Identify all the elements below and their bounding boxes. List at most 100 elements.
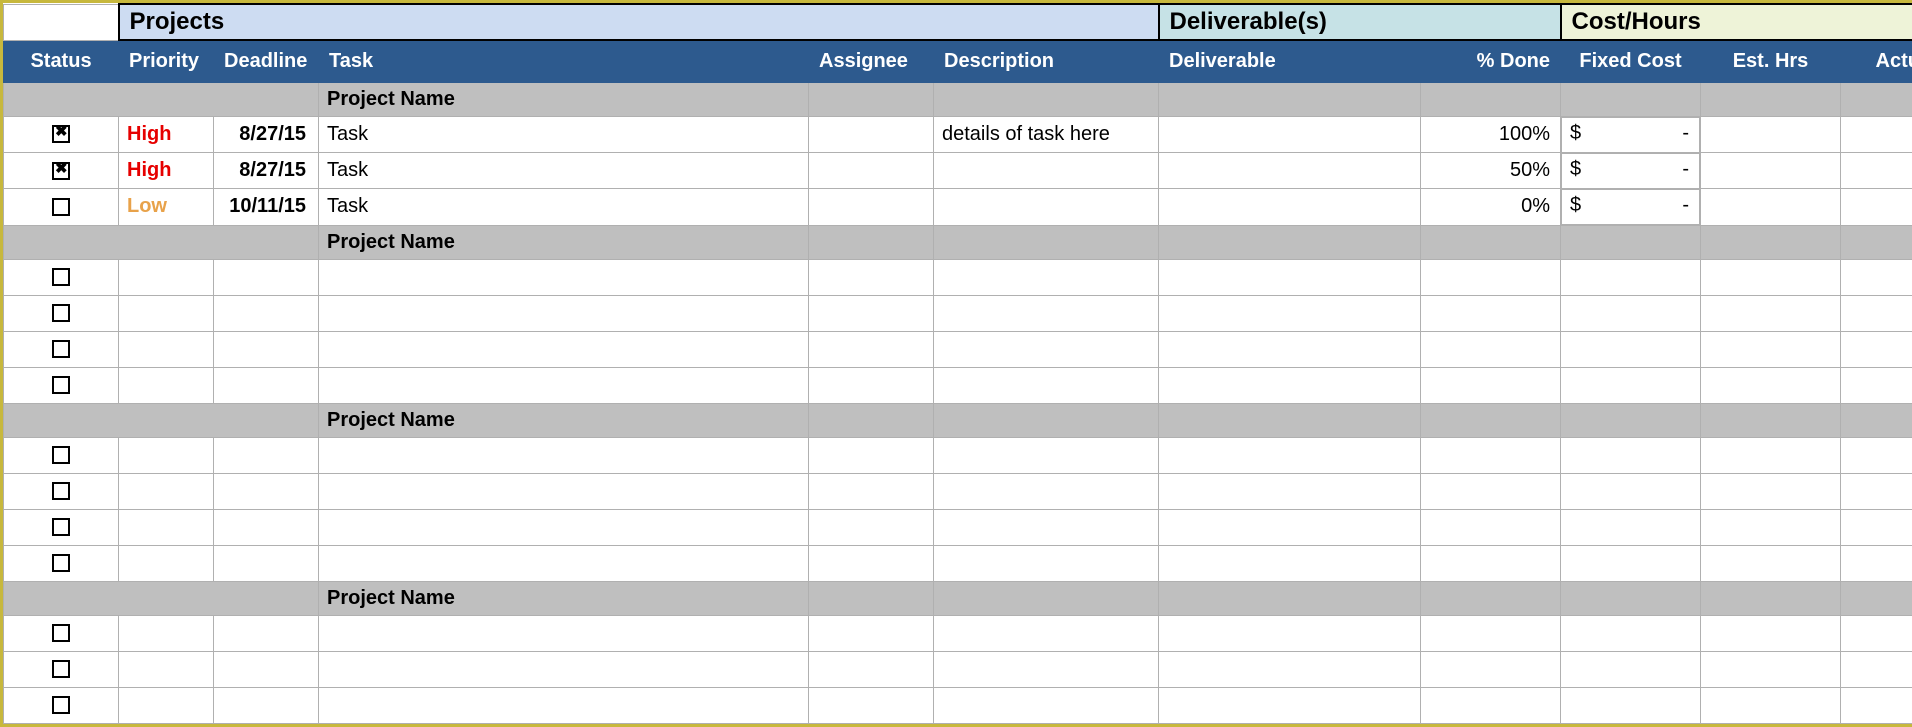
- pct-done-cell[interactable]: 50%: [1421, 153, 1561, 189]
- project-name-cell[interactable]: Project Name: [319, 225, 809, 259]
- actual-hrs-cell[interactable]: [1841, 189, 1912, 226]
- fixed-cost-cell[interactable]: [1561, 687, 1701, 723]
- task-cell[interactable]: Task: [319, 189, 809, 226]
- fixed-cost-cell[interactable]: [1561, 509, 1701, 545]
- task-cell[interactable]: [319, 651, 809, 687]
- assignee-cell[interactable]: [809, 259, 934, 295]
- fixed-cost-cell[interactable]: [1561, 295, 1701, 331]
- status-checkbox[interactable]: [52, 518, 70, 536]
- deliverable-cell[interactable]: [1159, 437, 1421, 473]
- est-hrs-cell[interactable]: [1701, 687, 1841, 723]
- status-checkbox[interactable]: [52, 268, 70, 286]
- priority-cell[interactable]: [119, 259, 214, 295]
- actual-hrs-cell[interactable]: [1841, 509, 1912, 545]
- fixed-cost-cell[interactable]: $-: [1561, 189, 1700, 225]
- actual-hrs-cell[interactable]: [1841, 437, 1912, 473]
- deliverable-cell[interactable]: [1159, 473, 1421, 509]
- deadline-cell[interactable]: [214, 509, 319, 545]
- actual-hrs-cell[interactable]: [1841, 116, 1912, 153]
- pct-done-cell[interactable]: [1421, 509, 1561, 545]
- assignee-cell[interactable]: [809, 687, 934, 723]
- col-pct-done[interactable]: % Done: [1421, 40, 1561, 82]
- deadline-cell[interactable]: [214, 367, 319, 403]
- status-cell[interactable]: [4, 545, 119, 581]
- est-hrs-cell[interactable]: [1701, 651, 1841, 687]
- pct-done-cell[interactable]: [1421, 331, 1561, 367]
- project-name-cell[interactable]: Project Name: [319, 581, 809, 615]
- task-cell[interactable]: [319, 367, 809, 403]
- col-est-hrs[interactable]: Est. Hrs: [1701, 40, 1841, 82]
- task-cell[interactable]: [319, 615, 809, 651]
- col-deadline[interactable]: Deadline: [214, 40, 319, 82]
- description-cell[interactable]: [934, 295, 1159, 331]
- description-cell[interactable]: [934, 259, 1159, 295]
- status-cell[interactable]: [4, 687, 119, 723]
- actual-hrs-cell[interactable]: [1841, 295, 1912, 331]
- fixed-cost-cell[interactable]: $-: [1561, 153, 1700, 189]
- status-checkbox[interactable]: [52, 304, 70, 322]
- status-checkbox[interactable]: [52, 125, 70, 143]
- pct-done-cell[interactable]: [1421, 651, 1561, 687]
- col-fixed-cost[interactable]: Fixed Cost: [1561, 40, 1701, 82]
- deliverable-cell[interactable]: [1159, 295, 1421, 331]
- task-cell[interactable]: [319, 437, 809, 473]
- status-checkbox[interactable]: [52, 696, 70, 714]
- assignee-cell[interactable]: [809, 367, 934, 403]
- status-cell[interactable]: [4, 295, 119, 331]
- task-cell[interactable]: Task: [319, 153, 809, 189]
- deliverable-cell[interactable]: [1159, 545, 1421, 581]
- assignee-cell[interactable]: [809, 615, 934, 651]
- deadline-cell[interactable]: [214, 615, 319, 651]
- est-hrs-cell[interactable]: [1701, 189, 1841, 226]
- est-hrs-cell[interactable]: [1701, 615, 1841, 651]
- deadline-cell[interactable]: 8/27/15: [214, 153, 319, 189]
- status-checkbox[interactable]: [52, 660, 70, 678]
- task-cell[interactable]: [319, 259, 809, 295]
- actual-hrs-cell[interactable]: [1841, 473, 1912, 509]
- est-hrs-cell[interactable]: [1701, 473, 1841, 509]
- assignee-cell[interactable]: [809, 473, 934, 509]
- pct-done-cell[interactable]: [1421, 295, 1561, 331]
- task-cell[interactable]: [319, 295, 809, 331]
- description-cell[interactable]: [934, 153, 1159, 189]
- est-hrs-cell[interactable]: [1701, 331, 1841, 367]
- status-cell[interactable]: [4, 509, 119, 545]
- deliverable-cell[interactable]: [1159, 189, 1421, 226]
- assignee-cell[interactable]: [809, 153, 934, 189]
- status-cell[interactable]: [4, 189, 119, 226]
- description-cell[interactable]: [934, 331, 1159, 367]
- pct-done-cell[interactable]: [1421, 615, 1561, 651]
- deliverable-cell[interactable]: [1159, 367, 1421, 403]
- status-cell[interactable]: [4, 473, 119, 509]
- pct-done-cell[interactable]: 0%: [1421, 189, 1561, 226]
- est-hrs-cell[interactable]: [1701, 116, 1841, 153]
- actual-hrs-cell[interactable]: [1841, 651, 1912, 687]
- priority-cell[interactable]: High: [119, 153, 214, 189]
- pct-done-cell[interactable]: 100%: [1421, 116, 1561, 153]
- priority-cell[interactable]: High: [119, 116, 214, 153]
- est-hrs-cell[interactable]: [1701, 367, 1841, 403]
- actual-hrs-cell[interactable]: [1841, 367, 1912, 403]
- deliverable-cell[interactable]: [1159, 651, 1421, 687]
- task-cell[interactable]: Task: [319, 116, 809, 153]
- fixed-cost-cell[interactable]: [1561, 473, 1701, 509]
- task-cell[interactable]: [319, 473, 809, 509]
- fixed-cost-cell[interactable]: [1561, 651, 1701, 687]
- deliverable-cell[interactable]: [1159, 153, 1421, 189]
- col-actual-hrs[interactable]: Actual Hrs: [1841, 40, 1912, 82]
- priority-cell[interactable]: [119, 437, 214, 473]
- description-cell[interactable]: details of task here: [934, 116, 1159, 153]
- deadline-cell[interactable]: [214, 437, 319, 473]
- assignee-cell[interactable]: [809, 545, 934, 581]
- priority-cell[interactable]: [119, 651, 214, 687]
- priority-cell[interactable]: [119, 331, 214, 367]
- est-hrs-cell[interactable]: [1701, 259, 1841, 295]
- assignee-cell[interactable]: [809, 437, 934, 473]
- deliverable-cell[interactable]: [1159, 687, 1421, 723]
- deliverable-cell[interactable]: [1159, 116, 1421, 153]
- status-cell[interactable]: [4, 615, 119, 651]
- pct-done-cell[interactable]: [1421, 437, 1561, 473]
- deadline-cell[interactable]: [214, 473, 319, 509]
- status-checkbox[interactable]: [52, 446, 70, 464]
- assignee-cell[interactable]: [809, 509, 934, 545]
